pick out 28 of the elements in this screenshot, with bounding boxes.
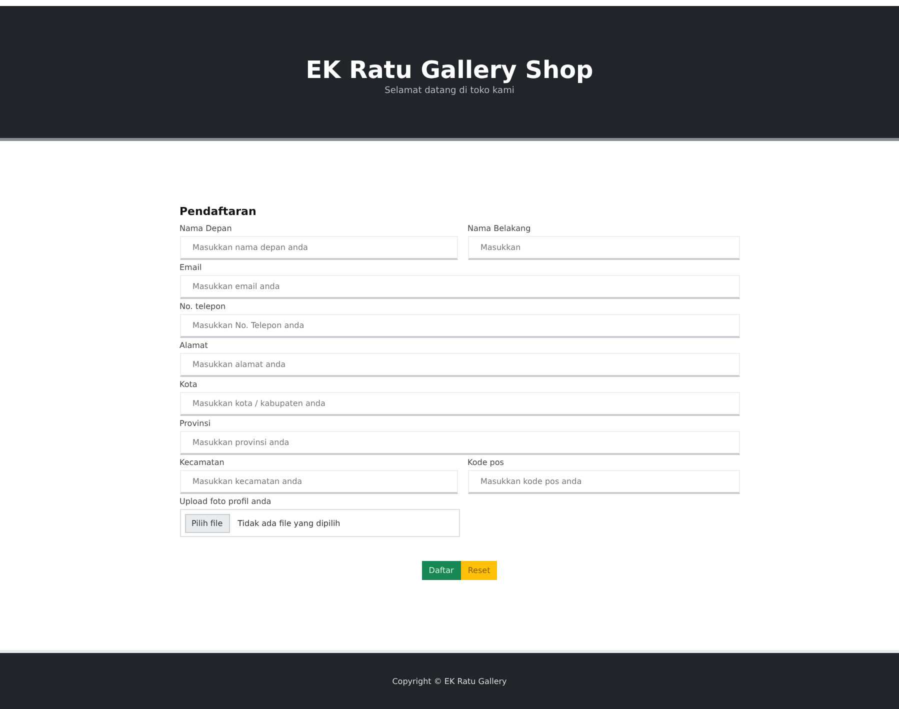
field-label: Kota [180,380,198,389]
field-label: No. telepon [180,302,227,311]
field-label: Kode pos [468,458,505,467]
input-field[interactable]: Masukkan email anda [180,275,740,299]
input-field[interactable]: Masukkan alamat anda [180,353,740,377]
reset-button[interactable]: Reset [460,561,498,580]
field-label: Upload foto profil anda [180,497,272,506]
input-field[interactable]: Masukkan No. Telepon anda [180,314,740,338]
field-label: Nama Belakang [468,224,532,233]
field-label: Nama Depan [180,224,233,233]
input-field[interactable]: Masukkan provinsi anda [180,431,740,455]
input-field[interactable]: Masukkan kecamatan anda [180,470,458,494]
submit-button[interactable]: Daftar [422,561,461,580]
copyright-text: Copyright © EK Ratu Gallery [392,676,507,686]
site-title: EK Ratu Gallery Shop [306,56,594,84]
field-label: Provinsi [180,419,212,428]
choose-file-button[interactable]: Pilih file [184,514,230,532]
field-label: Kecamatan [180,458,226,467]
input-field[interactable]: Masukkan kota / kabupaten anda [180,392,740,416]
field-label: Email [180,263,203,272]
site-subtitle: Selamat datang di toko kami [384,86,514,96]
input-field[interactable]: Masukkan kode pos anda [468,470,740,494]
input-field[interactable]: Masukkan [468,236,740,260]
file-input[interactable]: Pilih file Tidak ada file yang dipilih [180,509,460,537]
input-field[interactable]: Masukkan nama depan anda [180,236,458,260]
file-status: Tidak ada file yang dipilih [238,518,340,528]
form-title: Pendaftaran [180,205,258,218]
field-label: Alamat [180,341,209,350]
